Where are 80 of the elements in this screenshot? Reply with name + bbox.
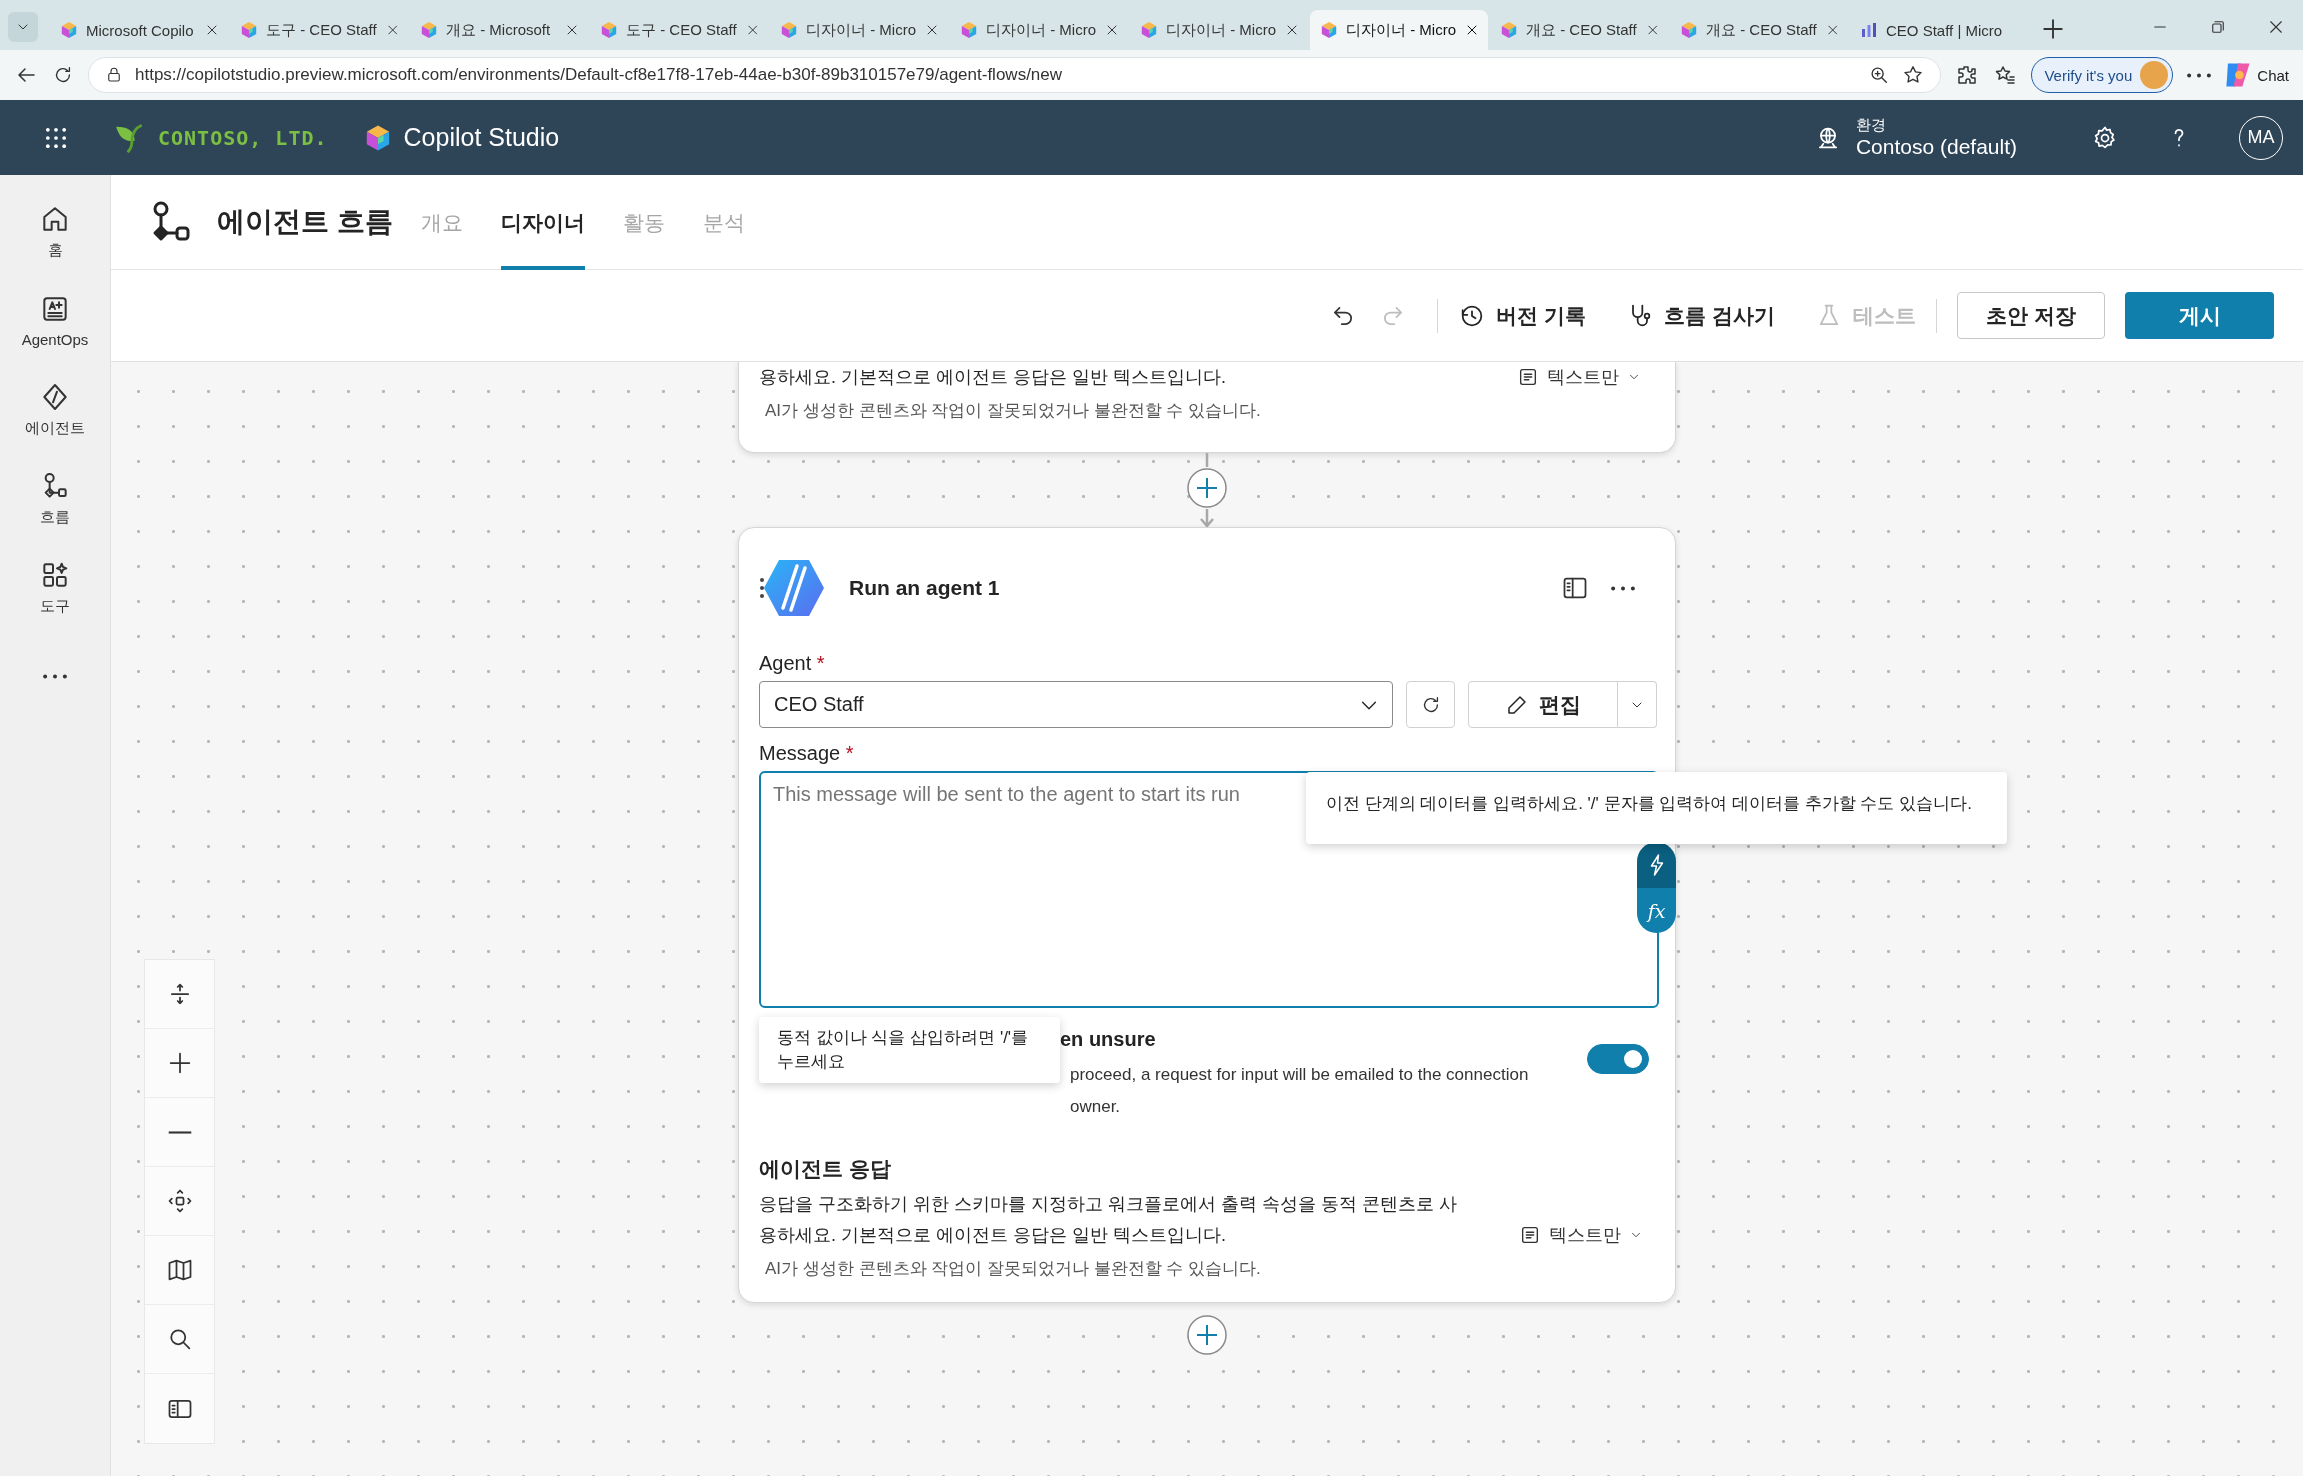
- browser-tab[interactable]: 디자이너 - Micro: [1130, 10, 1308, 50]
- ai-disclaimer: AI가 생성한 콘텐츠와 작업이 잘못되었거나 불완전할 수 있습니다.: [765, 400, 1262, 422]
- favorites-icon[interactable]: [1993, 63, 2018, 87]
- nav-item[interactable]: 에이전트: [5, 365, 105, 454]
- environment-label: 환경: [1855, 116, 1887, 135]
- agent-icon: [763, 558, 825, 618]
- edit-button[interactable]: 편집: [1468, 681, 1618, 728]
- nav-item[interactable]: 홈: [5, 187, 105, 276]
- cube-icon: [1140, 21, 1158, 39]
- text-icon: [1519, 1224, 1541, 1246]
- save-draft-button[interactable]: 초안 저장: [1957, 292, 2105, 339]
- cube-icon: [1680, 21, 1698, 39]
- chat-button[interactable]: Chat: [2225, 62, 2289, 88]
- cube-icon: [420, 21, 438, 39]
- more-icon: [1611, 585, 1635, 591]
- company-name: CONTOSO, LTD.: [158, 125, 328, 150]
- drag-handle-icon[interactable]: [759, 577, 765, 599]
- browser-tab[interactable]: 디자이너 - Micro: [950, 10, 1128, 50]
- cube-icon: [1320, 21, 1338, 39]
- url-text: https://copilotstudio.preview.microsoft.com/environments/Default-cf8e17f8-17eb-44ae-b30f-89b310157e79/agent-flows/new: [135, 65, 1064, 85]
- expression-button[interactable]: fx: [1637, 888, 1676, 933]
- browser-tab[interactable]: CEO Staff | Micro: [1850, 10, 2028, 50]
- profile-button[interactable]: Verify it's you: [2031, 57, 2174, 93]
- zoom-out-icon: [167, 1130, 192, 1134]
- browser-tab[interactable]: 개요 - CEO Staff: [1490, 10, 1668, 50]
- field-label: Message *: [759, 742, 855, 765]
- nav-item[interactable]: 도구: [5, 543, 105, 632]
- field-label: Agent *: [759, 652, 826, 675]
- product-name: Copilot Studio: [403, 123, 560, 152]
- nav-item[interactable]: 흐름: [5, 454, 105, 543]
- more-icon: [43, 674, 67, 679]
- text-icon: [1517, 366, 1539, 388]
- browser-tab[interactable]: 도구 - CEO Staff: [590, 10, 768, 50]
- close-icon[interactable]: [2267, 18, 2285, 36]
- page-title: 에이전트 흐름: [217, 205, 393, 239]
- tooltip: 동적 값이나 식을 삽입하려면 '/'를 누르세요: [759, 1017, 1060, 1083]
- lock-icon: [105, 66, 123, 84]
- tooltip: 이전 단계의 데이터를 입력하세요. '/' 문자를 입력하여 데이터를 추가할 수도 있습니다.: [1306, 772, 2007, 844]
- toggle-switch[interactable]: [1587, 1044, 1649, 1074]
- cube-icon: [240, 21, 258, 39]
- agent-dropdown[interactable]: CEO Staff: [759, 681, 1394, 728]
- browser-tab[interactable]: Microsoft Copilo: [50, 10, 228, 50]
- browser-tab[interactable]: 디자이너 - Micro: [1310, 10, 1488, 50]
- section-heading: 에이전트 응답: [759, 1156, 892, 1182]
- toolbar-button[interactable]: 버전 기록: [1458, 301, 1587, 330]
- environment-name[interactable]: Contoso (default): [1855, 135, 2017, 159]
- ai-disclaimer: AI가 생성한 콘텐츠와 작업이 잘못되었거나 불완전할 수 있습니다.: [765, 1258, 1262, 1280]
- nav-item[interactable]: AgentOps: [5, 276, 105, 365]
- section-description: 응답을 구조화하기 위한 스키마를 지정하고 워크플로에서 출력 속성을 동적 콘텐츠로 사용하세요. 기본적으로 에이전트 응답은 일반 텍스트입니다.: [759, 1193, 1458, 1247]
- more-icon[interactable]: [2187, 72, 2212, 78]
- format-dropdown[interactable]: 텍스트만: [1519, 1223, 1657, 1251]
- page-tab[interactable]: 디자이너: [500, 174, 585, 270]
- more-options-button[interactable]: [1611, 585, 1635, 591]
- refresh-button[interactable]: [1406, 681, 1455, 728]
- format-dropdown[interactable]: 텍스트만: [1517, 365, 1655, 393]
- star-icon[interactable]: [1902, 64, 1925, 86]
- browser-tab[interactable]: 디자이너 - Micro: [770, 10, 948, 50]
- dynamic-content-button[interactable]: [1637, 842, 1676, 888]
- cube-icon: [1500, 21, 1518, 39]
- avatar-icon: [2140, 61, 2169, 89]
- cube-icon: [780, 21, 798, 39]
- browser-tab[interactable]: 개요 - CEO Staff: [1670, 10, 1848, 50]
- cube-icon: [60, 21, 78, 39]
- browser-tab[interactable]: 도구 - CEO Staff: [230, 10, 408, 50]
- chart-icon: [1860, 21, 1878, 39]
- browser-tab[interactable]: 개요 - Microsoft: [410, 10, 588, 50]
- publish-button[interactable]: 게시: [2125, 292, 2274, 339]
- setting-heading: en unsure: [1060, 1028, 1157, 1051]
- cube-icon: [600, 21, 618, 39]
- add-step-button[interactable]: [1187, 468, 1227, 508]
- restore-icon[interactable]: [2209, 18, 2227, 36]
- toolbar-button[interactable]: 흐름 검사기: [1626, 301, 1775, 330]
- step-title: Run an agent 1: [849, 576, 1001, 600]
- address-bar[interactable]: https://copilotstudio.preview.microsoft.com/environments/Default-cf8e17f8-17eb-44ae-b30f-89b310157e79/agent-flows/new: [88, 57, 1942, 93]
- chat-icon: [2225, 62, 2252, 88]
- add-step-button[interactable]: [1187, 1315, 1227, 1355]
- setting-description: proceed, a request for input will be emailed to the connection owner.: [1069, 1064, 1530, 1118]
- cube-icon: [960, 21, 978, 39]
- section-description: 용하세요. 기본적으로 에이전트 응답은 일반 텍스트입니다.: [759, 366, 1227, 389]
- lightning-icon: [1649, 854, 1664, 876]
